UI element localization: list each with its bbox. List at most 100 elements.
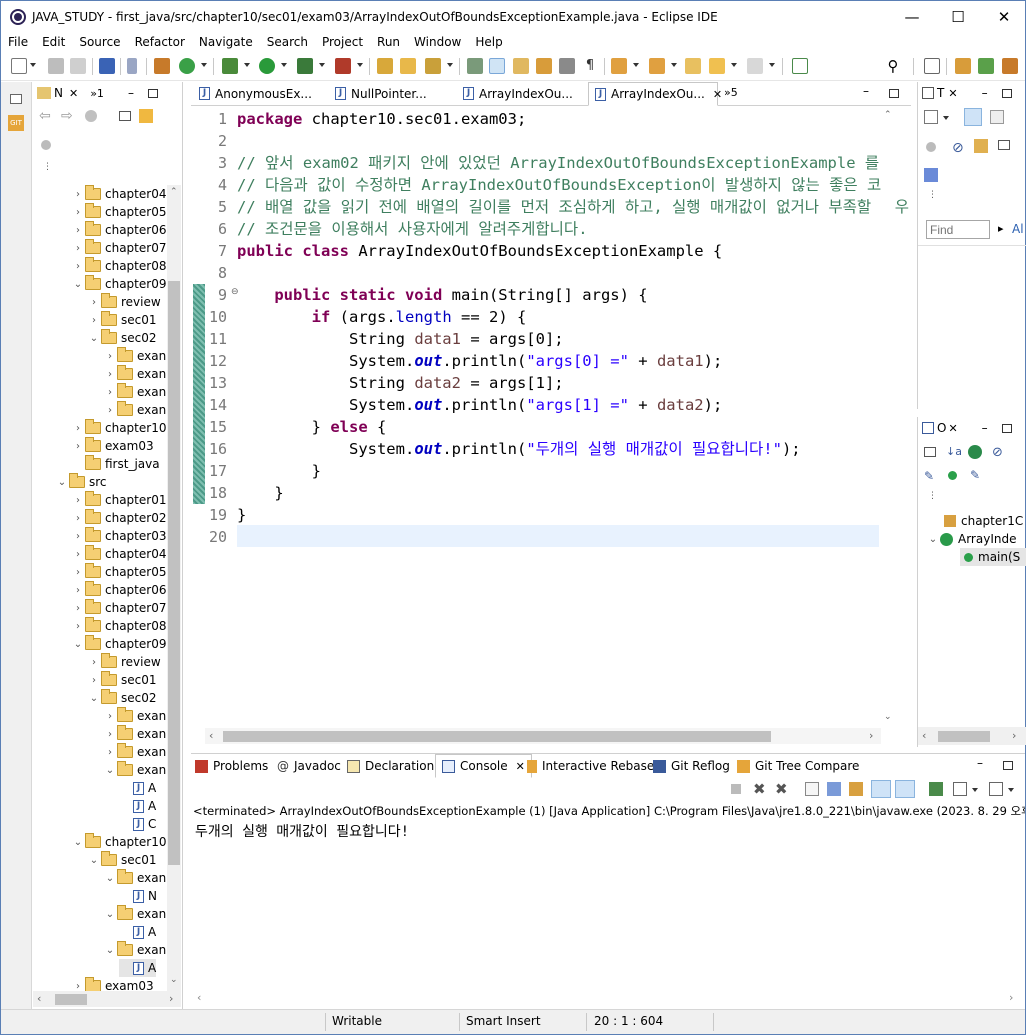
menu-navigate[interactable]: Navigate bbox=[192, 35, 260, 49]
debug-dropdown-icon[interactable] bbox=[244, 63, 250, 67]
close-tab-icon[interactable]: ✕ bbox=[516, 760, 525, 773]
editor-tab[interactable]: J NullPointer... bbox=[329, 82, 455, 106]
tab-javadoc[interactable]: @ Javadoc bbox=[277, 754, 341, 778]
expand-arrow-icon[interactable]: › bbox=[71, 423, 85, 434]
code-line[interactable]: System.out.println("두개의 실행 매개값이 필요합니다!")… bbox=[237, 438, 801, 460]
explorer-hscrollbar[interactable]: ‹ › bbox=[33, 991, 181, 1007]
tree-folder-item[interactable]: › chapter08 bbox=[71, 617, 166, 635]
back-nav-icon[interactable]: ⇦ bbox=[39, 108, 51, 124]
minimize-view-icon[interactable]: – bbox=[982, 86, 988, 100]
expand-arrow-icon[interactable]: › bbox=[71, 981, 85, 992]
expand-arrow-icon[interactable]: ⌄ bbox=[71, 639, 85, 650]
tree-folder-item[interactable]: › chapter03 bbox=[71, 527, 166, 545]
tree-folder-item[interactable]: › sec01 bbox=[87, 311, 157, 329]
console-output[interactable]: 두개의 실행 매개값이 필요합니다! bbox=[195, 821, 409, 841]
tree-folder-item[interactable]: › exan bbox=[103, 347, 166, 365]
tree-folder-item[interactable]: › chapter02 bbox=[71, 509, 166, 527]
next-annotation-dropdown-icon[interactable] bbox=[633, 63, 639, 67]
new-icon[interactable] bbox=[11, 58, 27, 74]
code-line[interactable]: } bbox=[237, 504, 246, 526]
code-line[interactable]: // 앞서 exam02 패키지 안에 있었던 ArrayIndexOutOfB… bbox=[237, 152, 879, 174]
scroll-right-icon[interactable]: › bbox=[1009, 991, 1013, 1004]
tab-git-tree-compare[interactable]: Git Tree Compare bbox=[737, 754, 859, 778]
tab-outline[interactable]: O bbox=[937, 421, 946, 435]
code-line[interactable]: // 배열 값을 읽기 전에 배열의 길이를 먼저 조심하게 하고, 실행 매개… bbox=[237, 196, 909, 218]
coverage-icon[interactable] bbox=[297, 58, 313, 74]
new-task-dropdown-icon[interactable] bbox=[943, 116, 949, 120]
collapse-all-icon[interactable] bbox=[119, 111, 131, 121]
expand-arrow-icon[interactable]: ⌄ bbox=[71, 837, 85, 848]
remove-launch-icon[interactable]: ✖ bbox=[753, 780, 766, 798]
search-dropdown-icon[interactable] bbox=[447, 63, 453, 67]
expand-arrow-icon[interactable]: › bbox=[71, 495, 85, 506]
debug-icon[interactable] bbox=[222, 58, 238, 74]
new-class-icon[interactable] bbox=[179, 58, 195, 74]
expand-arrow-icon[interactable]: › bbox=[71, 585, 85, 596]
restore-icon[interactable] bbox=[10, 94, 22, 104]
menu-file[interactable]: File bbox=[1, 35, 35, 49]
code-area[interactable]: 1 package chapter10.sec01.exam03; 2 3 // 앞서 … bbox=[191, 108, 909, 718]
external-tools-dropdown-icon[interactable] bbox=[357, 63, 363, 67]
menu-search[interactable]: Search bbox=[260, 35, 315, 49]
git-repositories-icon[interactable]: GIT bbox=[8, 115, 24, 131]
search-tool-icon[interactable] bbox=[425, 58, 441, 74]
expand-arrow-icon[interactable]: › bbox=[87, 297, 101, 308]
hide-completed-icon[interactable]: ⊘ bbox=[952, 140, 964, 156]
tree-folder-item[interactable]: › exan bbox=[103, 743, 166, 761]
close-icon[interactable]: ✕ bbox=[69, 87, 78, 100]
tree-folder-item[interactable]: › chapter05 bbox=[71, 563, 166, 581]
expand-arrow-icon[interactable]: › bbox=[71, 225, 85, 236]
open-type-icon[interactable] bbox=[377, 58, 393, 74]
insert-mode-status[interactable]: Smart Insert bbox=[466, 1014, 541, 1028]
new-java-project-icon[interactable] bbox=[154, 58, 170, 74]
terminate-icon[interactable] bbox=[731, 784, 741, 794]
minimize-view-icon[interactable]: – bbox=[128, 86, 134, 100]
tree-folder-item[interactable]: › chapter01 bbox=[71, 491, 166, 509]
expand-arrow-icon[interactable]: › bbox=[103, 405, 117, 416]
tree-folder-item[interactable]: ⌄ exan bbox=[103, 869, 166, 887]
expand-arrow-icon[interactable]: › bbox=[71, 513, 85, 524]
explorer-vscroll-thumb[interactable] bbox=[168, 281, 180, 865]
tree-folder-item[interactable]: › exan bbox=[103, 401, 166, 419]
outline-item-package[interactable]: chapter1C bbox=[944, 512, 1023, 530]
categorized-icon[interactable] bbox=[964, 108, 982, 126]
tree-folder-item[interactable]: › chapter06 bbox=[71, 221, 166, 239]
back-dropdown-icon[interactable] bbox=[731, 63, 737, 67]
sort-icon[interactable]: ↓a bbox=[946, 445, 962, 458]
clear-console-icon[interactable] bbox=[805, 782, 819, 796]
java-perspective-icon[interactable] bbox=[1002, 58, 1018, 74]
maximize-view-icon[interactable] bbox=[1001, 423, 1012, 433]
scroll-left-icon[interactable]: ‹ bbox=[37, 992, 41, 1005]
expand-arrow-icon[interactable]: ⌄ bbox=[103, 873, 117, 884]
new-class-dropdown-icon[interactable] bbox=[201, 63, 207, 67]
tree-folder-item[interactable]: › exan bbox=[103, 365, 166, 383]
outline-item-class[interactable]: ⌄ ArrayInde bbox=[926, 530, 1017, 548]
tree-folder-item[interactable]: ⌄ exan bbox=[103, 905, 166, 923]
outline-item-method[interactable]: main(S bbox=[960, 548, 1026, 566]
expand-arrow-icon[interactable]: › bbox=[71, 207, 85, 218]
cursor-position-status[interactable]: 20 : 1 : 604 bbox=[594, 1014, 663, 1028]
maximize-button[interactable]: ☐ bbox=[935, 1, 981, 32]
search-icon[interactable]: ⚲ bbox=[885, 58, 901, 74]
editor-tab-overflow[interactable]: »5 bbox=[724, 86, 738, 99]
open-task-icon[interactable] bbox=[400, 58, 416, 74]
close-tab-icon[interactable]: ✕ bbox=[713, 88, 722, 101]
code-line[interactable]: System.out.println("args[0] =" + data1); bbox=[237, 350, 722, 372]
expand-arrow-icon[interactable]: ⌄ bbox=[55, 477, 69, 488]
tab-package-explorer[interactable]: N bbox=[54, 86, 63, 100]
new-task-icon[interactable] bbox=[924, 110, 938, 124]
tree-folder-item[interactable]: › chapter04 bbox=[71, 545, 166, 563]
code-line[interactable]: } bbox=[237, 482, 283, 504]
tree-folder-item[interactable]: ⌄ chapter09 bbox=[71, 275, 166, 293]
scroll-left-icon[interactable]: ‹ bbox=[197, 991, 201, 1004]
coverage-dropdown-icon[interactable] bbox=[319, 63, 325, 67]
word-wrap-icon[interactable] bbox=[849, 782, 863, 796]
hide-fields-icon[interactable] bbox=[968, 445, 982, 459]
highlight-icon[interactable] bbox=[489, 58, 505, 74]
pin-editor-icon[interactable] bbox=[792, 58, 808, 74]
outline-hscroll-thumb[interactable] bbox=[938, 731, 990, 742]
tree-file-item[interactable]: JN bbox=[119, 887, 157, 905]
maximize-view-icon[interactable] bbox=[1003, 761, 1013, 770]
expand-arrow-icon[interactable]: › bbox=[71, 243, 85, 254]
tree-folder-item[interactable]: ⌄ chapter10 bbox=[71, 833, 166, 851]
